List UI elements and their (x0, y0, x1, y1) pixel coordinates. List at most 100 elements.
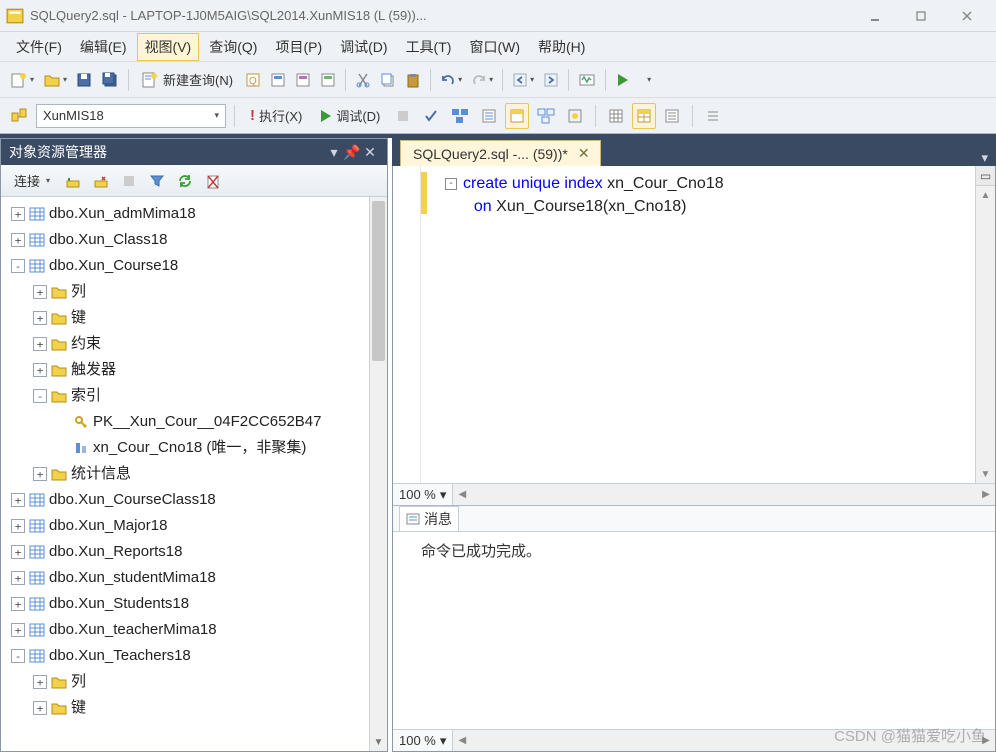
zoom-select[interactable]: 100 %▾ (393, 484, 453, 505)
tree-item[interactable]: +dbo.Xun_Major18 (5, 513, 387, 539)
editor-menu-icon[interactable]: ▾ (973, 150, 996, 166)
menu-p[interactable]: 项目(P) (267, 33, 330, 61)
connect-button[interactable]: 连接▾ (7, 168, 57, 194)
menu-h[interactable]: 帮助(H) (530, 33, 593, 61)
expander-icon[interactable]: + (33, 675, 47, 689)
tree-item[interactable]: -索引 (5, 383, 387, 409)
options-button-1[interactable] (533, 103, 559, 129)
server-connect-icon[interactable] (61, 168, 85, 194)
fold-icon[interactable]: - (445, 178, 457, 190)
expander-icon[interactable]: + (33, 363, 47, 377)
expander-icon[interactable]: + (33, 311, 47, 325)
minimize-button[interactable] (852, 1, 898, 31)
scroll-down-icon[interactable]: ▼ (370, 733, 387, 751)
comment-button[interactable] (701, 103, 725, 129)
paste-button[interactable] (401, 67, 425, 93)
filter-icon[interactable] (145, 168, 169, 194)
stop-button[interactable] (391, 103, 415, 129)
tree-item[interactable]: +列 (5, 279, 387, 305)
expander-icon[interactable]: - (11, 649, 25, 663)
panel-close-icon[interactable]: ✕ (361, 144, 379, 161)
tree-item[interactable]: +dbo.Xun_studentMima18 (5, 565, 387, 591)
save-all-button[interactable] (97, 67, 123, 93)
scroll-up-icon[interactable]: ▲ (976, 186, 995, 204)
results-grid-button[interactable] (604, 103, 628, 129)
scroll-down-icon[interactable]: ▼ (976, 465, 995, 483)
expander-icon[interactable]: + (33, 701, 47, 715)
menu-t[interactable]: 工具(T) (398, 33, 460, 61)
database-combo[interactable]: XunMIS18 ▾ (36, 104, 226, 128)
object-explorer-tree[interactable]: +dbo.Xun_admMima18+dbo.Xun_Class18-dbo.X… (1, 197, 387, 751)
tree-item[interactable]: +dbo.Xun_Students18 (5, 591, 387, 617)
expander-icon[interactable]: + (11, 597, 25, 611)
tree-item[interactable]: xn_Cour_Cno18 (唯一，非聚集) (5, 435, 387, 461)
cut-button[interactable] (351, 67, 375, 93)
delete-icon[interactable] (201, 168, 225, 194)
redo-button[interactable]: ▾ (467, 67, 497, 93)
expander-icon[interactable]: + (11, 571, 25, 585)
editor-vscroll[interactable]: ▭ ▲ ▼ (975, 166, 995, 483)
tree-item[interactable]: +键 (5, 695, 387, 721)
menu-d[interactable]: 调试(D) (332, 33, 395, 61)
plan-button-3[interactable] (505, 103, 529, 129)
expander-icon[interactable]: + (33, 467, 47, 481)
save-button[interactable] (72, 67, 96, 93)
new-query-button[interactable]: 新建查询(N) (134, 67, 240, 93)
messages-zoom-select[interactable]: 100 %▾ (393, 730, 453, 751)
options-button-2[interactable] (563, 103, 587, 129)
expander-icon[interactable]: + (11, 545, 25, 559)
activity-button[interactable] (574, 67, 600, 93)
open-button[interactable]: ▾ (39, 67, 71, 93)
tree-item[interactable]: -dbo.Xun_Course18 (5, 253, 387, 279)
expander-icon[interactable]: + (11, 493, 25, 507)
parse-button[interactable] (419, 103, 443, 129)
tab-close-icon[interactable]: ✕ (578, 145, 590, 162)
editor-hscroll[interactable]: ◀▶ (453, 484, 995, 505)
change-connection-button[interactable] (6, 103, 32, 129)
scroll-thumb[interactable] (372, 201, 385, 361)
messages-hscroll[interactable]: ◀▶ (453, 730, 995, 751)
code-editor[interactable]: -create unique index xn_Cour_Cno18 on Xu… (437, 166, 975, 483)
expander-icon[interactable]: - (33, 389, 47, 403)
tree-item[interactable]: +统计信息 (5, 461, 387, 487)
menu-w[interactable]: 窗口(W) (461, 33, 528, 61)
pin-icon[interactable]: 📌 (343, 144, 361, 161)
menu-f[interactable]: 文件(F) (8, 33, 70, 61)
tree-item[interactable]: +键 (5, 305, 387, 331)
debug-button[interactable]: 调试(D) (313, 103, 387, 129)
close-button[interactable] (944, 1, 990, 31)
tree-item[interactable]: +dbo.Xun_Class18 (5, 227, 387, 253)
maximize-button[interactable] (898, 1, 944, 31)
tree-item[interactable]: -dbo.Xun_Teachers18 (5, 643, 387, 669)
start-dropdown[interactable]: ▾ (636, 67, 660, 93)
expander-icon[interactable]: + (33, 285, 47, 299)
query-icon-3[interactable] (291, 67, 315, 93)
menu-q[interactable]: 查询(Q) (201, 33, 265, 61)
expander-icon[interactable]: + (33, 337, 47, 351)
editor-tab[interactable]: SQLQuery2.sql -... (59))* ✕ (400, 140, 601, 166)
query-icon-4[interactable] (316, 67, 340, 93)
expander-icon[interactable]: + (11, 233, 25, 247)
expander-icon[interactable]: - (11, 259, 25, 273)
new-project-button[interactable]: ▾ (6, 67, 38, 93)
plan-button-2[interactable] (477, 103, 501, 129)
tree-item[interactable]: +约束 (5, 331, 387, 357)
execute-button[interactable]: ! 执行(X) (243, 103, 309, 129)
start-button[interactable] (611, 67, 635, 93)
tree-item[interactable]: +触发器 (5, 357, 387, 383)
menu-v[interactable]: 视图(V) (137, 33, 200, 61)
results-text-button[interactable] (632, 103, 656, 129)
expander-icon[interactable]: + (11, 519, 25, 533)
tree-item[interactable]: +dbo.Xun_Reports18 (5, 539, 387, 565)
stop-icon[interactable] (117, 168, 141, 194)
tree-item[interactable]: +列 (5, 669, 387, 695)
query-icon-2[interactable] (266, 67, 290, 93)
tree-item[interactable]: +dbo.Xun_teacherMima18 (5, 617, 387, 643)
menu-e[interactable]: 编辑(E) (72, 33, 135, 61)
tree-item[interactable]: +dbo.Xun_CourseClass18 (5, 487, 387, 513)
undo-button[interactable]: ▾ (436, 67, 466, 93)
panel-dropdown-icon[interactable]: ▾ (325, 144, 343, 161)
results-file-button[interactable] (660, 103, 684, 129)
server-disconnect-icon[interactable] (89, 168, 113, 194)
expander-icon[interactable]: + (11, 207, 25, 221)
